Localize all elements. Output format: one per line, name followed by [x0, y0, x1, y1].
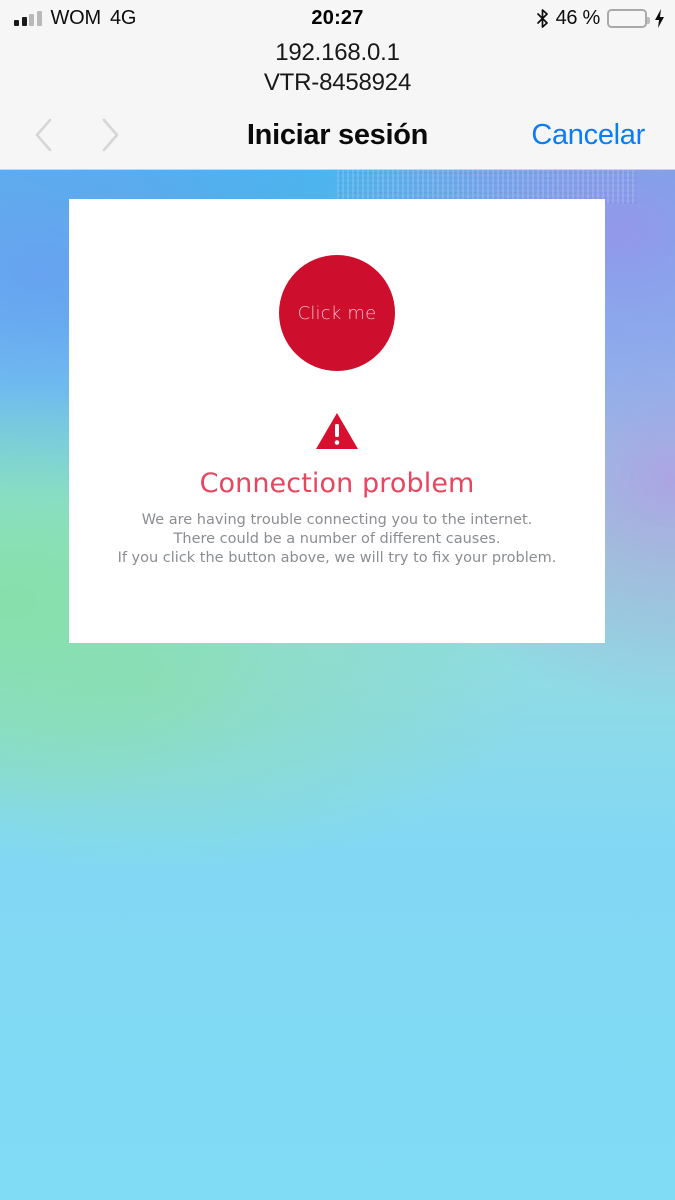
bluetooth-icon [536, 8, 549, 28]
click-me-button-label: Click me [297, 302, 377, 324]
error-body-line: There could be a number of different cau… [173, 531, 501, 547]
click-me-button[interactable]: Click me [279, 255, 395, 371]
lightning-bolt-icon [654, 8, 665, 28]
navigation-bar: Iniciar sesión Cancelar [0, 100, 675, 170]
battery-icon [607, 8, 650, 28]
warning-triangle-icon [315, 371, 359, 451]
error-title: Connection problem [199, 468, 475, 499]
error-body: We are having trouble connecting you to … [118, 511, 557, 568]
address-block: 192.168.0.1 VTR-8458924 [0, 36, 675, 98]
cancel-button[interactable]: Cancelar [531, 100, 645, 170]
battery-percent-label: 46 % [555, 6, 601, 29]
ssid-label: VTR-8458924 [263, 69, 412, 96]
error-body-line: We are having trouble connecting you to … [141, 512, 533, 528]
content-card: Click me Connection problem We are havin… [69, 199, 605, 643]
error-body-line: If you click the button above, we will t… [117, 550, 557, 566]
status-bar-right: 46 % [536, 0, 665, 36]
status-bar: WOM 4G 20:27 46 % [0, 0, 675, 36]
host-label[interactable]: 192.168.0.1 [0, 38, 675, 68]
